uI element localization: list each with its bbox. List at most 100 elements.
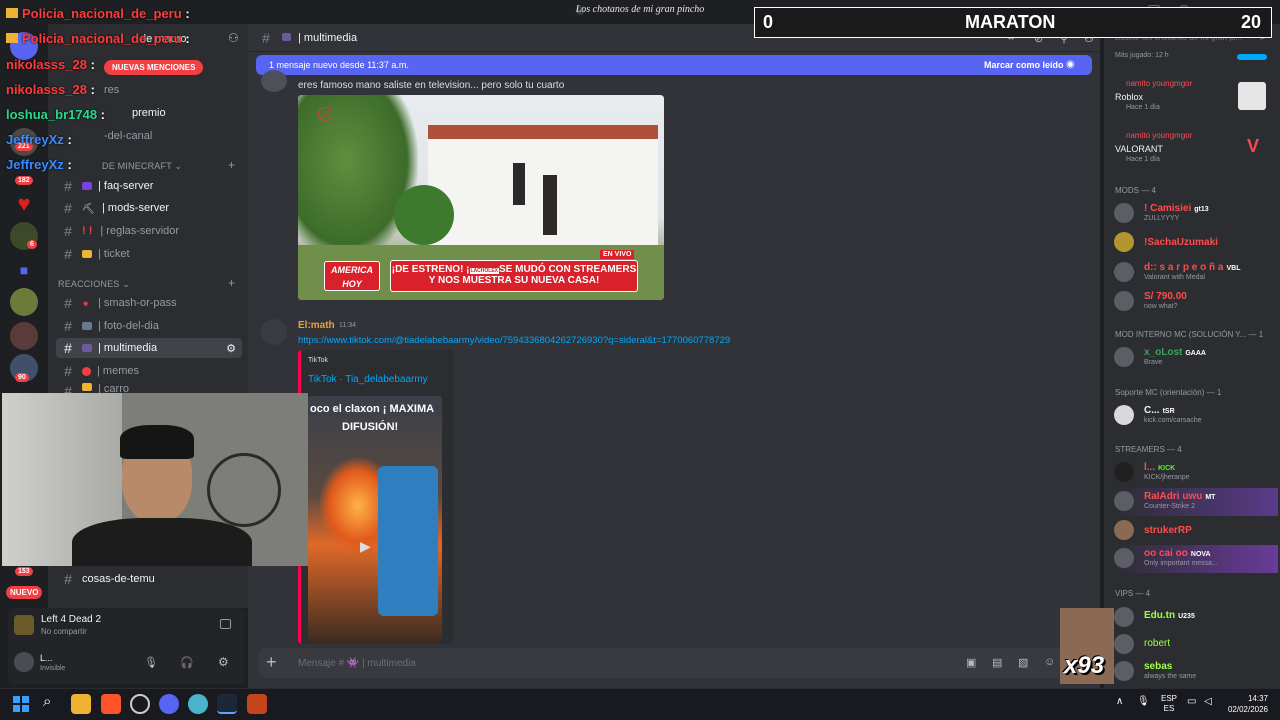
settings-icon[interactable]: ⚙	[226, 342, 236, 355]
new-messages-text: 1 mensaje nuevo desde 11:37 a.m.	[269, 60, 409, 70]
avatar[interactable]	[261, 70, 287, 92]
share-screen-icon[interactable]	[220, 619, 231, 629]
channel-multimedia[interactable]: # | multimedia ⚙	[56, 338, 242, 358]
member-item[interactable]: sebas always the same	[1114, 659, 1274, 683]
channel-reglas-servidor[interactable]: # ! ! | reglas-servidor	[56, 221, 242, 241]
embed-title[interactable]: TikTok · Tia_delabebaarmy	[308, 374, 428, 385]
clock[interactable]: 14:37 02/02/2026	[1222, 693, 1268, 715]
activity-card[interactable]: namito youngmgor VALORANT Hace 1 día V	[1114, 130, 1274, 163]
server-icon[interactable]	[10, 322, 38, 350]
gif-icon[interactable]: ▤	[992, 656, 1002, 669]
add-channel-icon[interactable]: +	[228, 276, 235, 290]
member-status: kick.com/carsache	[1144, 417, 1202, 424]
valorant-icon: V	[1246, 136, 1259, 156]
hash-icon: #	[262, 30, 270, 46]
mark-read-button[interactable]: Marcar como leído	[984, 60, 1064, 70]
headline-part: SE MUDÓ CON STREAMERS	[499, 264, 637, 275]
member-item[interactable]: !SachaUzumaki	[1114, 230, 1274, 254]
channel-label: | carro	[98, 383, 129, 393]
activity-card[interactable]: namito youngmgor Roblox Hace 1 día	[1114, 78, 1274, 111]
add-member-icon[interactable]: ⚇	[228, 31, 239, 45]
stream-chat-line: Policia_nacional_de_peru :	[6, 6, 190, 21]
chat-user: nikolasss_28	[6, 57, 87, 72]
play-icon[interactable]: ▶	[360, 538, 371, 555]
brave-icon[interactable]	[101, 694, 121, 714]
hash-icon: #	[64, 383, 72, 393]
member-item[interactable]: oo cai oo NOVA Only important messa...	[1114, 546, 1274, 570]
language-indicator[interactable]: ESP ES	[1161, 694, 1177, 714]
message-author[interactable]: El:math	[298, 320, 335, 331]
member-item[interactable]: ! Camisiei gt13 ZULLYYYY	[1114, 201, 1274, 225]
user-status: Invisible	[40, 665, 66, 672]
activity-user: namito youngmgor	[1126, 79, 1193, 88]
new-mentions-pill[interactable]: NUEVAS MENCIONES	[104, 60, 204, 75]
lang-secondary: ES	[1163, 704, 1175, 713]
gift-icon[interactable]: ▣	[966, 656, 976, 669]
scoreboard-overlay: 0 MARATON 20	[754, 7, 1272, 38]
microphone-tray-icon[interactable]: 🎙	[1137, 696, 1150, 707]
member-item[interactable]: Edu.tn U235	[1114, 605, 1274, 629]
channel-cosas-de-temu[interactable]: # cosas-de-temu	[56, 569, 242, 589]
discord-icon[interactable]	[159, 694, 179, 714]
network-icon[interactable]: ▭	[1187, 696, 1196, 707]
channel-memes[interactable]: # | memes	[56, 361, 242, 381]
stream-chat-line: loshua_br1748 :	[6, 107, 105, 122]
heart-server-icon[interactable]: ♥	[10, 190, 38, 218]
user-settings-icon[interactable]: ⚙	[218, 655, 229, 669]
member-item[interactable]: x_oLost GAAA Brave	[1114, 345, 1274, 369]
channel-carro[interactable]: # | carro	[56, 383, 242, 393]
channel-mods-server[interactable]: # ⛏ | mods-server	[56, 198, 242, 218]
member-item[interactable]: RaIAdri uwu MT Counter-Strike 2	[1114, 489, 1274, 513]
alien-icon	[82, 344, 92, 352]
chat-separator: :	[67, 132, 72, 147]
start-icon[interactable]	[13, 696, 29, 712]
member-status: always the same	[1144, 673, 1197, 680]
app-icon[interactable]	[188, 694, 208, 714]
steam-icon[interactable]	[217, 694, 237, 714]
file-explorer-icon[interactable]	[71, 694, 91, 714]
image-attachment[interactable]: ◎ AMERICA HOY EN VIVO ¡DE ESTRENO! ¡LACH…	[298, 95, 664, 300]
message-link[interactable]: https://www.tiktok.com/@tiadelabebaarmy/…	[298, 335, 730, 346]
add-attachment-icon[interactable]: +	[266, 652, 277, 673]
category-minecraft[interactable]: DE MINECRAFT ⌄	[102, 161, 182, 172]
channel-ticket[interactable]: # | ticket	[56, 244, 242, 264]
new-pill[interactable]: NUEVO	[6, 586, 43, 599]
member-item[interactable]: C... tSR kick.com/carsache	[1114, 403, 1274, 427]
avatar	[1114, 634, 1134, 654]
chat-separator: :	[185, 31, 190, 46]
search-icon[interactable]: ⌕	[43, 693, 51, 710]
member-item[interactable]: d:: s a r p e o ñ a VBL Valorant with Meda…	[1114, 260, 1274, 284]
video-thumbnail[interactable]: oco el claxon ¡ MAXIMA DIFUSIÓN! ▶	[308, 396, 442, 644]
member-item[interactable]: robert	[1114, 632, 1274, 656]
server-icon[interactable]	[10, 288, 38, 316]
member-status: now what?	[1144, 303, 1178, 310]
avatar[interactable]	[261, 319, 287, 345]
obs-icon[interactable]	[130, 694, 150, 714]
new-messages-bar[interactable]: 1 mensaje nuevo desde 11:37 a.m. Marcar …	[256, 55, 1092, 75]
member-item[interactable]: l... KICK KICK/jheranpe	[1114, 460, 1274, 484]
video-caption: DIFUSIÓN!	[342, 421, 399, 433]
chat-user: nikolasss_28	[6, 82, 87, 97]
member-item[interactable]: S/ 790.00 now what?	[1114, 289, 1274, 313]
channel-smash-or-pass[interactable]: # ✷ | smash-or-pass	[56, 293, 242, 313]
emoji-icon[interactable]: ☺	[1044, 656, 1055, 668]
folder-icon[interactable]: ■	[10, 256, 38, 284]
chat-user: JeffreyXz	[6, 157, 64, 172]
chevron-up-icon[interactable]: ∧	[1116, 696, 1123, 707]
channel-faq-server[interactable]: # | faq-server	[56, 176, 242, 196]
avatar[interactable]	[14, 652, 34, 672]
left4dead-icon[interactable]	[247, 694, 267, 714]
avatar	[1114, 607, 1134, 627]
member-tag: gt13	[1194, 206, 1209, 213]
member-item[interactable]: strukerRP	[1114, 518, 1274, 542]
sticker-icon[interactable]: ▧	[1018, 656, 1028, 669]
microphone-icon[interactable]: 🎙	[144, 656, 158, 669]
headphones-icon[interactable]: 🎧	[180, 656, 194, 669]
channel-foto-del-dia[interactable]: # | foto-del-dia	[56, 316, 242, 336]
volume-icon[interactable]: ◁	[1204, 696, 1212, 707]
add-channel-icon[interactable]: +	[228, 158, 235, 172]
category-reactions[interactable]: REACCIONES ⌄	[58, 279, 130, 290]
member-status: Valorant with Medal	[1144, 274, 1205, 281]
unread-badge: 182	[15, 176, 33, 185]
chat-separator: :	[90, 57, 95, 72]
